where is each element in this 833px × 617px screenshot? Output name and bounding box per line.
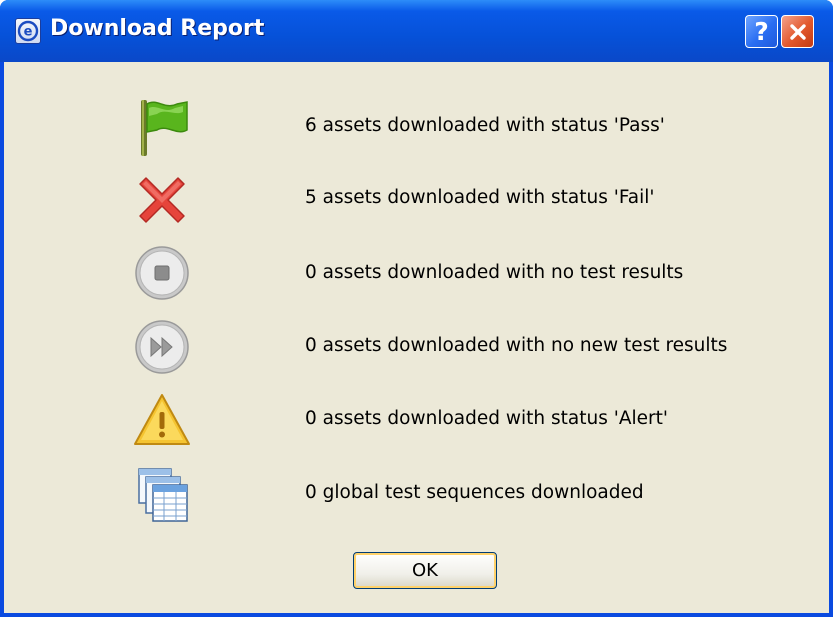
help-icon: ? (754, 17, 769, 46)
ok-button[interactable]: OK (353, 552, 497, 589)
fast-forward-circle-icon (122, 314, 202, 380)
fail-count-text: 5 assets downloaded with status 'Fail' (305, 187, 655, 208)
download-report-dialog: e Download Report ? 6 assets downloaded … (0, 0, 833, 617)
close-icon (789, 23, 806, 40)
warning-triangle-icon (122, 387, 202, 453)
no-results-count-text: 0 assets downloaded with no test results (305, 262, 684, 283)
stacked-tables-icon (122, 461, 202, 527)
red-x-icon (122, 167, 202, 233)
e-circle-icon: e (15, 18, 41, 44)
svg-text:e: e (24, 25, 33, 40)
pass-count-text: 6 assets downloaded with status 'Pass' (305, 115, 665, 136)
help-button[interactable]: ? (745, 15, 778, 48)
no-new-results-count-text: 0 assets downloaded with no new test res… (305, 335, 728, 356)
global-sequences-count-text: 0 global test sequences downloaded (305, 482, 644, 503)
title-bar[interactable]: e Download Report ? (0, 0, 833, 62)
close-button[interactable] (781, 15, 814, 48)
green-flag-icon (122, 94, 202, 160)
dialog-body: 6 assets downloaded with status 'Pass' 5… (4, 62, 829, 613)
window-title: Download Report (50, 16, 265, 41)
stop-circle-icon (122, 240, 202, 306)
alert-count-text: 0 assets downloaded with status 'Alert' (305, 408, 668, 429)
